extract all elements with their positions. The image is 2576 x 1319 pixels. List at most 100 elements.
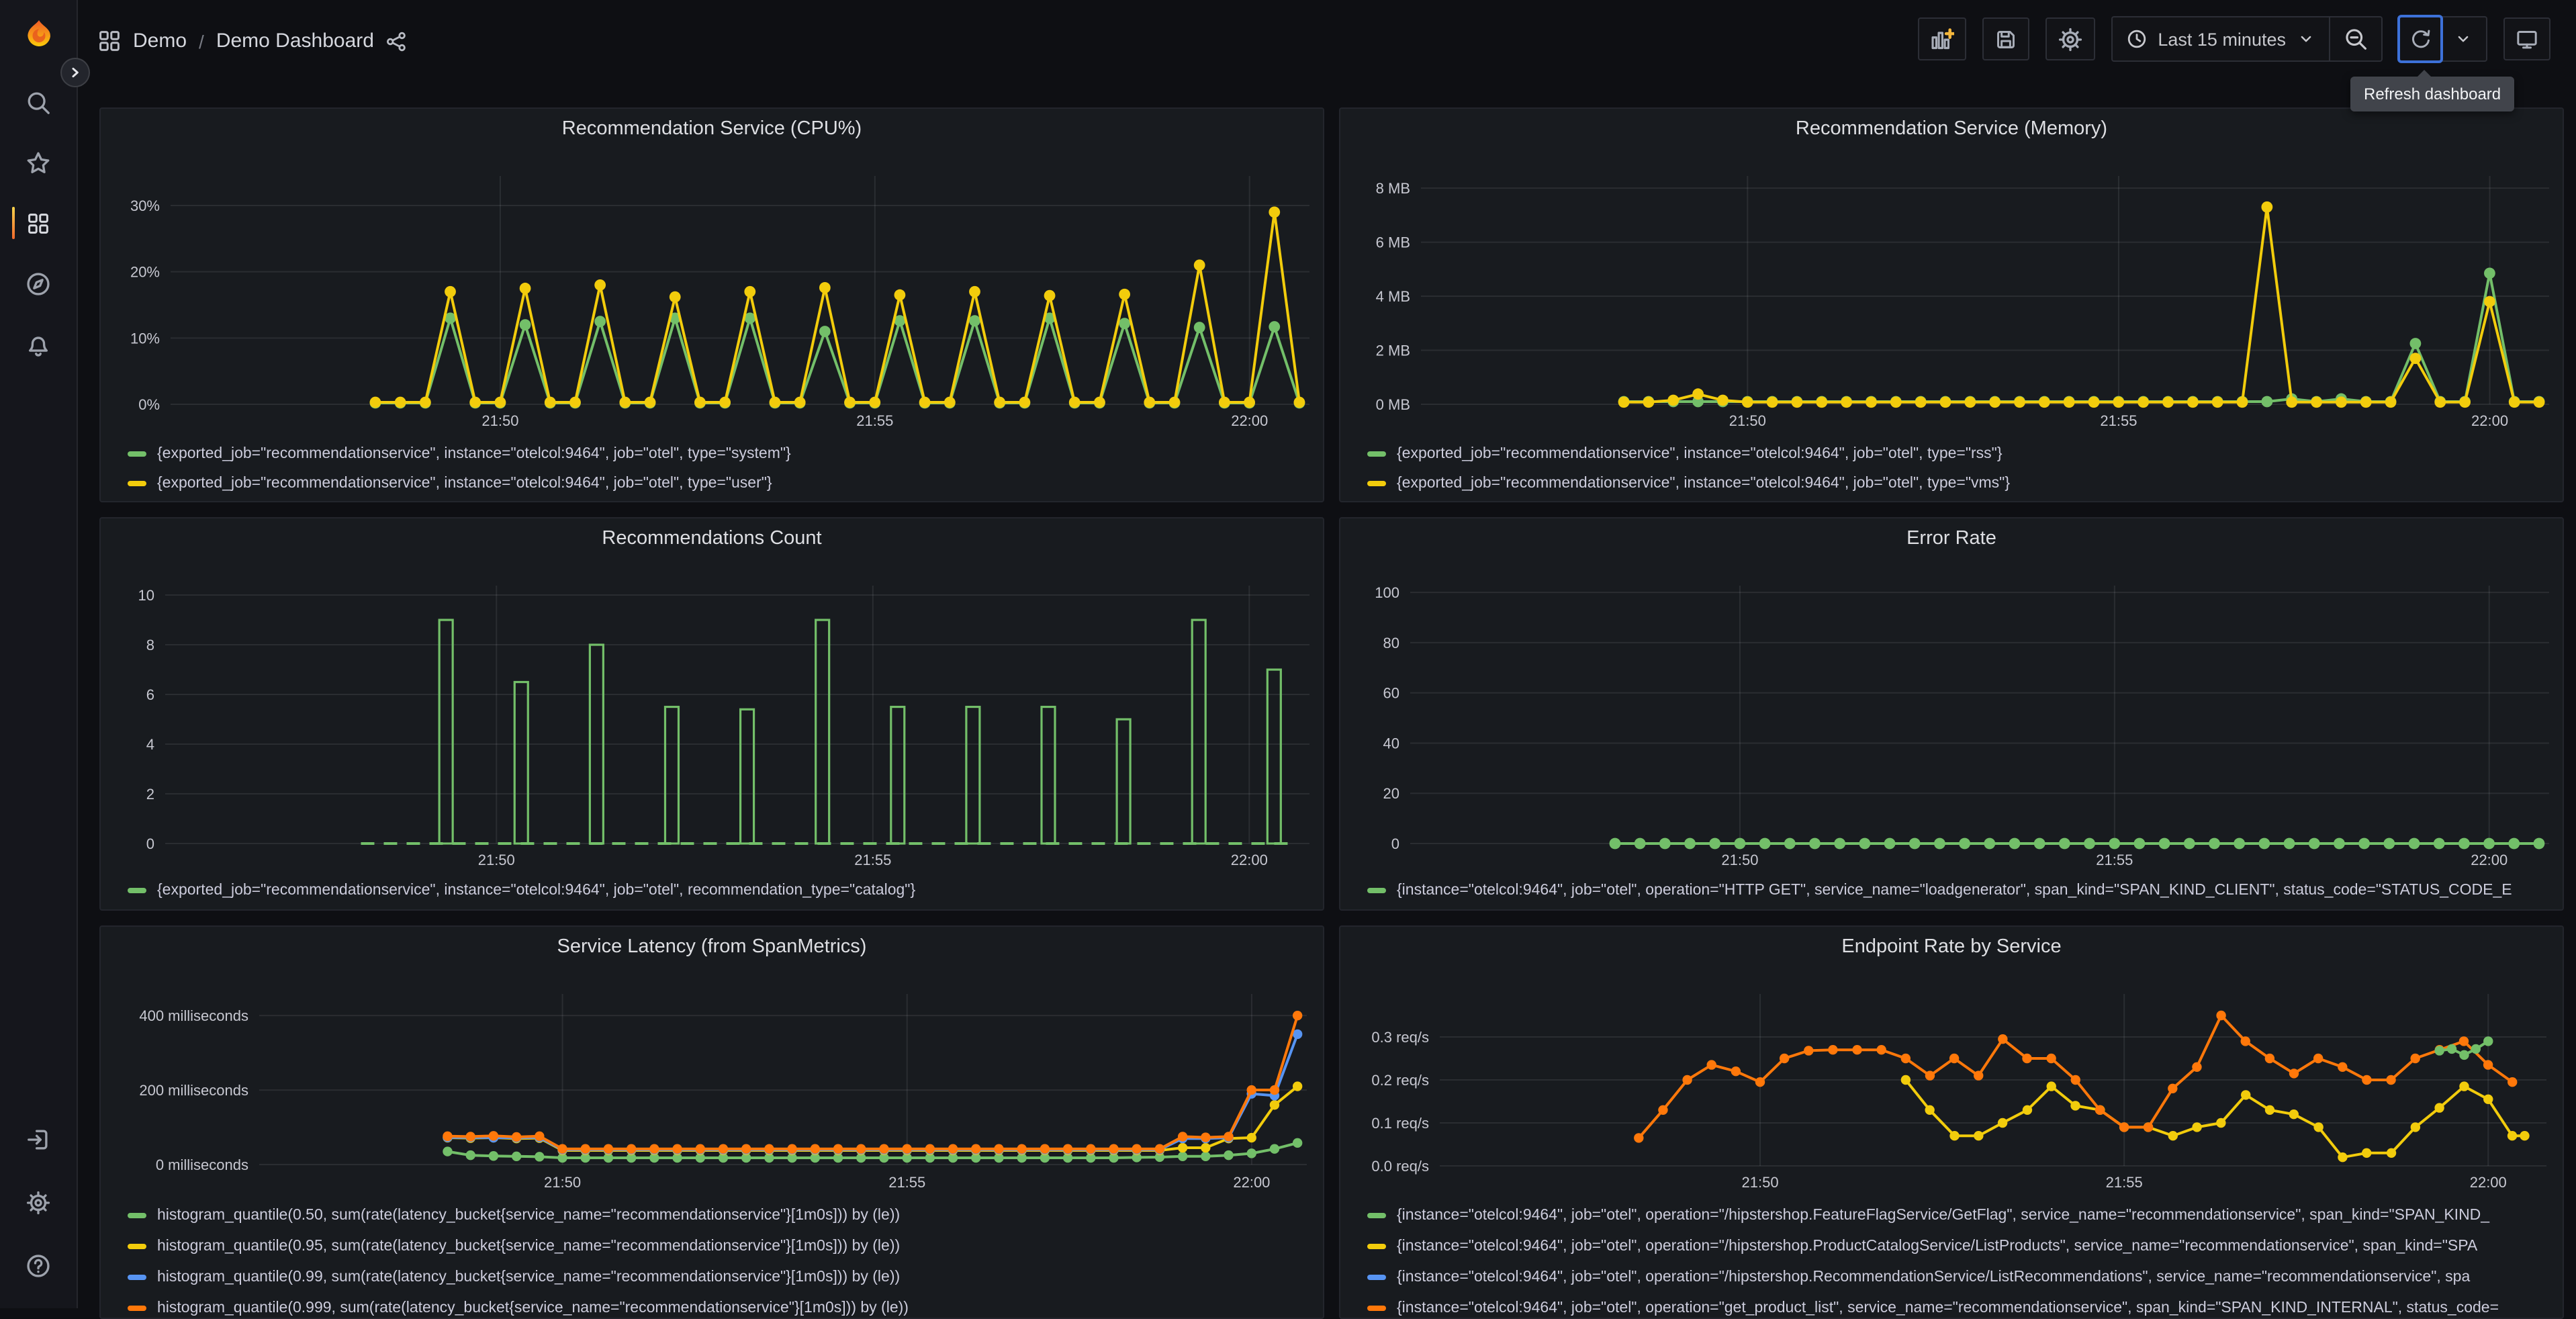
- time-range-picker[interactable]: Last 15 minutes: [2112, 17, 2329, 60]
- legend-label: {instance="otelcol:9464", job="otel", op…: [1397, 1269, 2471, 1285]
- angle-right-icon: [67, 64, 83, 81]
- svg-text:2: 2: [146, 786, 154, 803]
- svg-text:80: 80: [1383, 635, 1399, 651]
- panel-5: Service Latency (from SpanMetrics) 0 mill…: [99, 925, 1324, 1319]
- legend-swatch: [128, 1274, 146, 1279]
- search-icon: [26, 89, 51, 115]
- panel-3: Recommendations Count 0 2 4 6 8 10 21:50 21:55 22…: [99, 517, 1324, 911]
- legend-label: {instance="otelcol:9464", job="otel", op…: [1397, 1207, 2490, 1223]
- star-icon: [26, 150, 51, 175]
- svg-text:100: 100: [1375, 584, 1399, 601]
- kiosk-mode-button[interactable]: [2503, 17, 2550, 60]
- plot-area[interactable]: 0 2 4 6 8 10 21:50 21:55 22:00: [101, 518, 1324, 911]
- svg-text:21:50: 21:50: [1742, 1174, 1779, 1191]
- legend-label: {instance="otelcol:9464", job="otel", op…: [1397, 1300, 2499, 1316]
- legend-item[interactable]: {exported_job="recommendationservice", i…: [128, 439, 1312, 469]
- legend-swatch: [128, 451, 146, 457]
- svg-text:0.1 req/s: 0.1 req/s: [1371, 1115, 1429, 1132]
- svg-text:4 MB: 4 MB: [1376, 288, 1410, 305]
- gear-icon: [2057, 26, 2082, 52]
- sidebar-item-configuration[interactable]: [11, 1175, 65, 1229]
- legend-swatch: [1367, 481, 1386, 486]
- legend-item[interactable]: histogram_quantile(0.999, sum(rate(laten…: [128, 1292, 1312, 1318]
- legend-item[interactable]: {instance="otelcol:9464", job="otel", op…: [1367, 1230, 2552, 1261]
- sidebar: [0, 0, 78, 1308]
- svg-text:0: 0: [1391, 835, 1399, 852]
- legend-swatch: [1367, 1243, 1386, 1248]
- sidebar-item-alerting[interactable]: [11, 317, 65, 371]
- panel-legend: histogram_quantile(0.50, sum(rate(latenc…: [128, 1199, 1312, 1318]
- svg-text:21:50: 21:50: [481, 412, 518, 429]
- svg-text:60: 60: [1383, 685, 1399, 702]
- svg-text:21:55: 21:55: [888, 1174, 925, 1191]
- legend-label: histogram_quantile(0.50, sum(rate(latenc…: [157, 1207, 901, 1223]
- svg-text:0.2 req/s: 0.2 req/s: [1371, 1072, 1429, 1089]
- legend-item[interactable]: {exported_job="recommendationservice", i…: [1367, 439, 2552, 469]
- sign-in-icon: [26, 1126, 51, 1152]
- dashboards-grid-icon: [98, 30, 121, 52]
- legend-swatch: [128, 888, 146, 893]
- question-circle-icon: [26, 1253, 51, 1278]
- top-header: Demo / Demo Dashboard Last 15 minutes: [77, 0, 2576, 82]
- legend-item[interactable]: {exported_job="recommendationservice", i…: [128, 469, 1312, 498]
- legend-item[interactable]: {exported_job="recommendationservice", i…: [1367, 469, 2552, 498]
- breadcrumb-page[interactable]: Demo Dashboard: [216, 30, 374, 52]
- legend-item[interactable]: {exported_job="recommendationservice", i…: [128, 876, 1312, 905]
- svg-text:22:00: 22:00: [2471, 852, 2508, 868]
- sidebar-item-sign-in[interactable]: [11, 1112, 65, 1166]
- svg-text:21:55: 21:55: [2096, 852, 2133, 868]
- sidebar-item-dashboards[interactable]: [11, 196, 65, 250]
- refresh-button[interactable]: [2397, 15, 2443, 63]
- save-dashboard-button[interactable]: [1982, 17, 2029, 60]
- svg-text:0 MB: 0 MB: [1376, 396, 1410, 413]
- legend-swatch: [1367, 888, 1386, 893]
- sidebar-item-help[interactable]: [11, 1238, 65, 1292]
- sidebar-item-explore[interactable]: [11, 257, 65, 310]
- panel-legend: {exported_job="recommendationservice", i…: [128, 439, 1312, 498]
- legend-swatch: [128, 1243, 146, 1248]
- dashboard-settings-button[interactable]: [2045, 17, 2095, 60]
- sidebar-item-starred[interactable]: [11, 136, 65, 189]
- legend-item[interactable]: histogram_quantile(0.99, sum(rate(latenc…: [128, 1261, 1312, 1292]
- zoom-out-button[interactable]: [2329, 17, 2381, 60]
- panel-legend: {instance="otelcol:9464", job="otel", op…: [1367, 1199, 2552, 1318]
- legend-swatch: [128, 481, 146, 486]
- refresh-tooltip: Refresh dashboard: [2350, 70, 2515, 111]
- add-panel-button[interactable]: [1917, 17, 1966, 60]
- svg-text:0.3 req/s: 0.3 req/s: [1371, 1029, 1429, 1046]
- clock-icon: [2125, 28, 2147, 50]
- svg-text:21:50: 21:50: [544, 1174, 581, 1191]
- legend-label: {exported_job="recommendationservice", i…: [1397, 446, 2003, 462]
- compass-icon: [26, 271, 51, 296]
- breadcrumb: Demo / Demo Dashboard: [98, 30, 408, 52]
- svg-text:21:55: 21:55: [2106, 1174, 2143, 1191]
- legend-item[interactable]: {instance="otelcol:9464", job="otel", op…: [1367, 876, 2552, 905]
- apps-icon: [27, 212, 50, 234]
- sidebar-bottom-nav: [11, 1112, 65, 1308]
- panel-legend: {instance="otelcol:9464", job="otel", op…: [1367, 876, 2552, 905]
- sidebar-item-search[interactable]: [11, 75, 65, 129]
- legend-label: histogram_quantile(0.999, sum(rate(laten…: [157, 1300, 909, 1316]
- legend-item[interactable]: {instance="otelcol:9464", job="otel", op…: [1367, 1261, 2552, 1292]
- refresh-interval-dropdown[interactable]: [2440, 17, 2486, 60]
- svg-text:6: 6: [146, 686, 154, 703]
- svg-text:0 milliseconds: 0 milliseconds: [156, 1156, 248, 1173]
- legend-item[interactable]: {instance="otelcol:9464", job="otel", op…: [1367, 1199, 2552, 1230]
- svg-text:2 MB: 2 MB: [1376, 343, 1410, 359]
- search-minus-icon: [2344, 27, 2368, 51]
- grafana-logo[interactable]: [21, 19, 56, 54]
- share-icon[interactable]: [386, 30, 408, 52]
- sidebar-expand-button[interactable]: [60, 58, 90, 87]
- svg-text:400 milliseconds: 400 milliseconds: [139, 1007, 248, 1024]
- panel-1: Recommendation Service (CPU%) 0% 10% 20% 30%…: [99, 107, 1324, 502]
- refresh-icon: [2409, 28, 2432, 50]
- legend-item[interactable]: {instance="otelcol:9464", job="otel", op…: [1367, 1292, 2552, 1318]
- svg-text:8: 8: [146, 637, 154, 653]
- legend-label: {instance="otelcol:9464", job="otel", op…: [1397, 1238, 2478, 1254]
- legend-item[interactable]: histogram_quantile(0.95, sum(rate(latenc…: [128, 1230, 1312, 1261]
- panel-legend: {exported_job="recommendationservice", i…: [1367, 439, 2552, 498]
- svg-text:21:55: 21:55: [2100, 412, 2137, 429]
- legend-item[interactable]: histogram_quantile(0.50, sum(rate(latenc…: [128, 1199, 1312, 1230]
- plot-area[interactable]: 0 20 40 60 80 100 21:50 21:55 22:00: [1340, 518, 2564, 911]
- breadcrumb-section[interactable]: Demo: [133, 30, 187, 52]
